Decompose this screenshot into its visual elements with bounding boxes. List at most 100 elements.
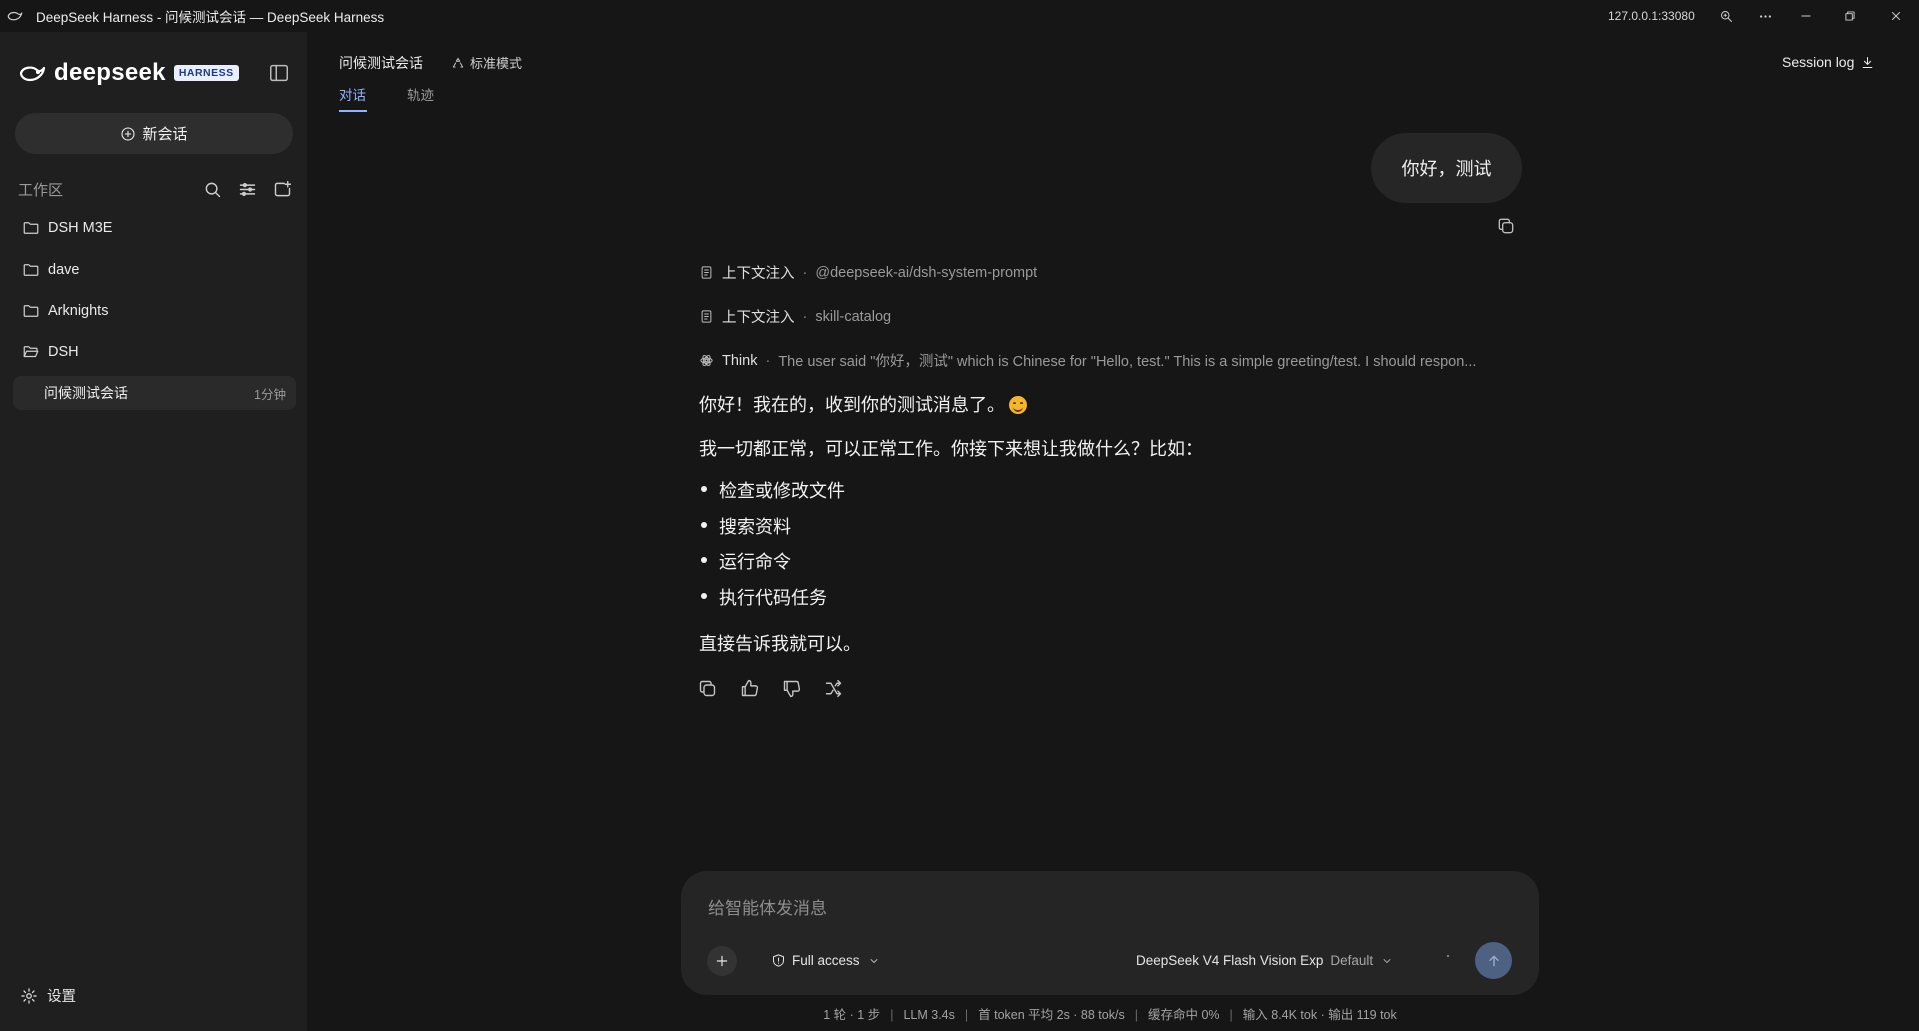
workspace-label: 工作区 [18,181,64,199]
app-whale-icon [6,7,24,25]
tab-chat[interactable]: 对话 [339,84,366,104]
session-log-label: Session log [1782,54,1855,70]
stat-first-token: 首 token 平均 2s · 88 tok/s [978,1008,1125,1022]
think-row[interactable]: Think · The user said "你好，测试" which is C… [699,350,1513,371]
recycle-icon [451,56,465,70]
brain-icon [699,353,714,368]
more-icon[interactable] [1752,5,1778,27]
folder-label: DSH [48,344,79,360]
stat-tokens: 输入 8.4K tok · 输出 119 tok [1242,1008,1397,1022]
close-icon[interactable] [1883,5,1909,27]
plus-icon [715,954,729,968]
chat-title: 问候测试会话 [339,55,423,71]
folder-item-dave[interactable]: dave [22,261,79,279]
chevron-down-icon [1381,955,1393,967]
arrow-up-icon [1486,953,1502,969]
download-icon [1860,55,1875,70]
zoom-icon[interactable] [1713,5,1739,27]
message-input[interactable]: 给智能体发消息 [708,894,827,919]
context-injection-row[interactable]: 上下文注入 · @deepseek-ai/dsh-system-prompt [699,262,1037,283]
folder-label: DSH M3E [48,220,113,236]
new-chat-button[interactable]: 新会话 [15,113,293,154]
folder-label: dave [48,262,80,278]
access-label: Full access [792,953,860,968]
meta-separator: · [802,264,808,281]
settings-button[interactable]: 设置 [20,985,76,1006]
list-item: 执行代码任务 [701,584,845,620]
meta-value: skill-catalog [815,308,892,325]
folder-item-dsh-m3e[interactable]: DSH M3E [22,219,112,237]
document-icon [699,309,714,324]
window-title: DeepSeek Harness - 问候测试会话 — DeepSeek Har… [36,10,385,25]
session-time: 1分钟 [254,387,286,402]
copy-icon[interactable] [1496,216,1516,236]
stat-cache: 缓存命中 0% [1147,1008,1220,1022]
folder-item-dsh[interactable]: DSH [22,343,79,361]
gear-icon [20,987,38,1005]
folder-label: Arknights [48,303,109,319]
copy-icon[interactable] [697,678,718,699]
model-name: DeepSeek V4 Flash Vision Exp [1136,953,1324,968]
brand-name: deepseek [54,59,166,86]
active-tab-indicator [339,110,367,112]
sidebar-toggle-icon[interactable] [268,62,290,84]
folder-icon [22,261,40,279]
new-chat-label: 新会话 [142,126,188,143]
stat-rounds: 1 轮 · 1 步 [823,1008,881,1022]
folder-icon [22,219,40,237]
filter-icon[interactable] [237,179,258,200]
mode-badge[interactable]: 标准模式 [451,53,522,72]
brand-badge: HARNESS [173,65,239,81]
usage-stats: 1 轮 · 1 步 | LLM 3.4s | 首 token 平均 2s · 88 to… [681,1004,1539,1023]
meta-separator: · [802,308,808,325]
mode-label: 标准模式 [470,56,523,71]
send-button[interactable] [1475,942,1512,979]
meta-separator: · [765,352,771,369]
meta-label: Think [722,352,758,369]
search-icon[interactable] [202,179,223,200]
folder-open-icon [22,343,40,361]
user-message-text: 你好，测试 [1401,159,1492,179]
settings-label: 设置 [47,989,76,1005]
meta-value: @deepseek-ai/dsh-system-prompt [815,264,1038,281]
list-item: 运行命令 [701,548,845,584]
session-item[interactable]: 问候测试会话 1分钟 [13,376,296,410]
new-folder-icon[interactable] [272,179,293,200]
folder-item-arknights[interactable]: Arknights [22,302,108,320]
workspace-header: 工作区 [18,177,293,201]
access-selector[interactable]: Full access [771,953,886,968]
session-log-button[interactable]: Session log [1782,54,1875,70]
user-message-bubble: 你好，测试 [1371,133,1522,203]
context-injection-row[interactable]: 上下文注入 · skill-catalog [699,306,891,327]
answer-paragraph: 直接告诉我就可以。 [699,634,861,654]
think-preview: The user said "你好，测试" which is Chinese f… [778,354,1477,370]
deepseek-whale-icon [18,61,48,85]
model-selector[interactable]: DeepSeek V4 Flash Vision Exp Default [1136,953,1393,968]
attach-button[interactable] [707,946,737,976]
plus-circle-icon [120,126,136,142]
answer-paragraph: 你好！我在的，收到你的测试消息了。 [699,391,1027,417]
chevron-down-icon [868,955,880,967]
stat-separator: | [964,1008,969,1022]
stat-llm-time: LLM 3.4s [903,1008,955,1022]
minimize-icon[interactable] [1793,5,1819,27]
folder-icon [22,302,40,320]
answer-list: 检查或修改文件 搜索资料 运行命令 执行代码任务 [701,477,845,620]
status-dot [1447,955,1449,957]
stat-separator: | [1134,1008,1138,1022]
list-item: 搜索资料 [701,513,845,549]
document-icon [699,265,714,280]
thumbs-down-icon[interactable] [781,678,802,699]
restore-icon[interactable] [1837,5,1863,27]
branch-icon[interactable] [823,678,844,699]
tab-trace[interactable]: 轨迹 [407,84,434,104]
stat-separator: | [1229,1008,1233,1022]
message-actions [697,678,844,699]
shield-icon [771,953,786,968]
thumbs-up-icon[interactable] [739,678,760,699]
sidebar: deepseek HARNESS 新会话 工作区 DSH M3E dave Ar… [0,32,307,1031]
answer-text: 你好！我在的，收到你的测试消息了。 [699,395,1005,415]
answer-paragraph: 我一切都正常，可以正常工作。你接下来想让我做什么？比如： [699,439,1203,459]
meta-label: 上下文注入 [722,310,795,326]
message-composer[interactable]: 给智能体发消息 Full access DeepSeek V4 Flash Vi… [681,871,1539,995]
